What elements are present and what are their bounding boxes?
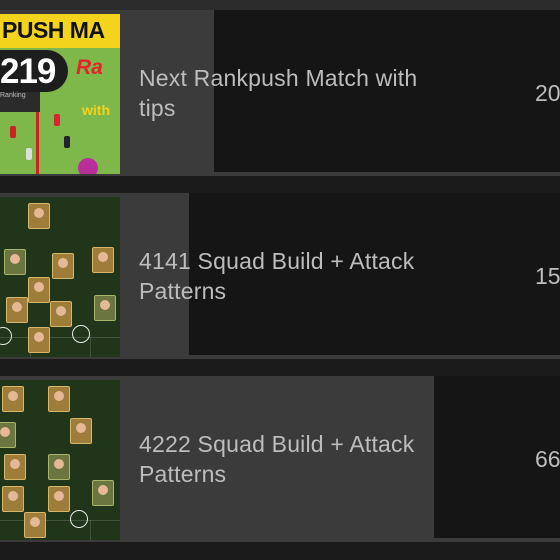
player-card	[92, 247, 114, 273]
pitch-line	[90, 337, 91, 357]
player-card	[70, 418, 92, 444]
top-divider	[0, 0, 560, 10]
player-card	[6, 297, 28, 323]
player-card	[0, 422, 16, 448]
player-card	[94, 295, 116, 321]
thumbnail-red-line	[36, 112, 39, 174]
player-card	[24, 512, 46, 538]
thumbnail-ball-icon	[78, 158, 98, 174]
player-card	[48, 486, 70, 512]
person-icon	[72, 325, 90, 343]
thumbnail-ranking-strip: Ranking	[0, 92, 40, 112]
video-title[interactable]: 4222 Squad Build + Attack Patterns	[139, 376, 439, 542]
video-thumbnail[interactable]	[0, 380, 120, 540]
player-card	[48, 386, 70, 412]
video-title[interactable]: Next Rankpush Match with tips	[139, 10, 439, 176]
playlist-item[interactable]: 4222 Squad Build + Attack Patterns 66	[0, 376, 560, 542]
playlist-item[interactable]: PUSH MA 219 Ra Ranking with Next Rankpus…	[0, 10, 560, 176]
player-figure	[54, 114, 60, 126]
thumbnail-with-text: with	[82, 102, 110, 118]
thumbnail-banner-text: PUSH MA	[2, 17, 105, 43]
player-card	[2, 386, 24, 412]
row-divider	[0, 359, 560, 376]
player-card	[52, 253, 74, 279]
row-divider	[0, 542, 560, 560]
player-card	[48, 454, 70, 480]
player-card	[28, 277, 50, 303]
thumbnail-ranking-text: Ranking	[0, 92, 26, 99]
thumbnail-rating-text: Ra	[76, 56, 103, 79]
video-count: 15	[535, 262, 560, 289]
video-thumbnail[interactable]	[0, 197, 120, 357]
thumbnail-banner: PUSH MA	[0, 14, 120, 48]
thumbnail-number-badge: 219	[0, 50, 68, 92]
row-divider	[0, 176, 560, 193]
video-count: 66	[535, 445, 560, 472]
thumbnail-number-text: 219	[0, 52, 56, 91]
player-card	[28, 327, 50, 353]
player-figure	[64, 136, 70, 148]
person-icon	[0, 327, 12, 345]
video-thumbnail[interactable]: PUSH MA 219 Ra Ranking with	[0, 14, 120, 174]
player-card	[28, 203, 50, 229]
person-icon	[70, 510, 88, 528]
player-figure	[10, 126, 16, 138]
pitch-line	[0, 337, 120, 338]
player-card	[50, 301, 72, 327]
video-title[interactable]: 4141 Squad Build + Attack Patterns	[139, 193, 439, 359]
player-card	[4, 454, 26, 480]
player-card	[4, 249, 26, 275]
pitch-line	[90, 520, 91, 540]
pitch-line	[0, 520, 120, 521]
player-card	[92, 480, 114, 506]
player-figure	[26, 148, 32, 160]
playlist-item[interactable]: 4141 Squad Build + Attack Patterns 15	[0, 193, 560, 359]
player-card	[2, 486, 24, 512]
video-count: 20	[535, 79, 560, 106]
